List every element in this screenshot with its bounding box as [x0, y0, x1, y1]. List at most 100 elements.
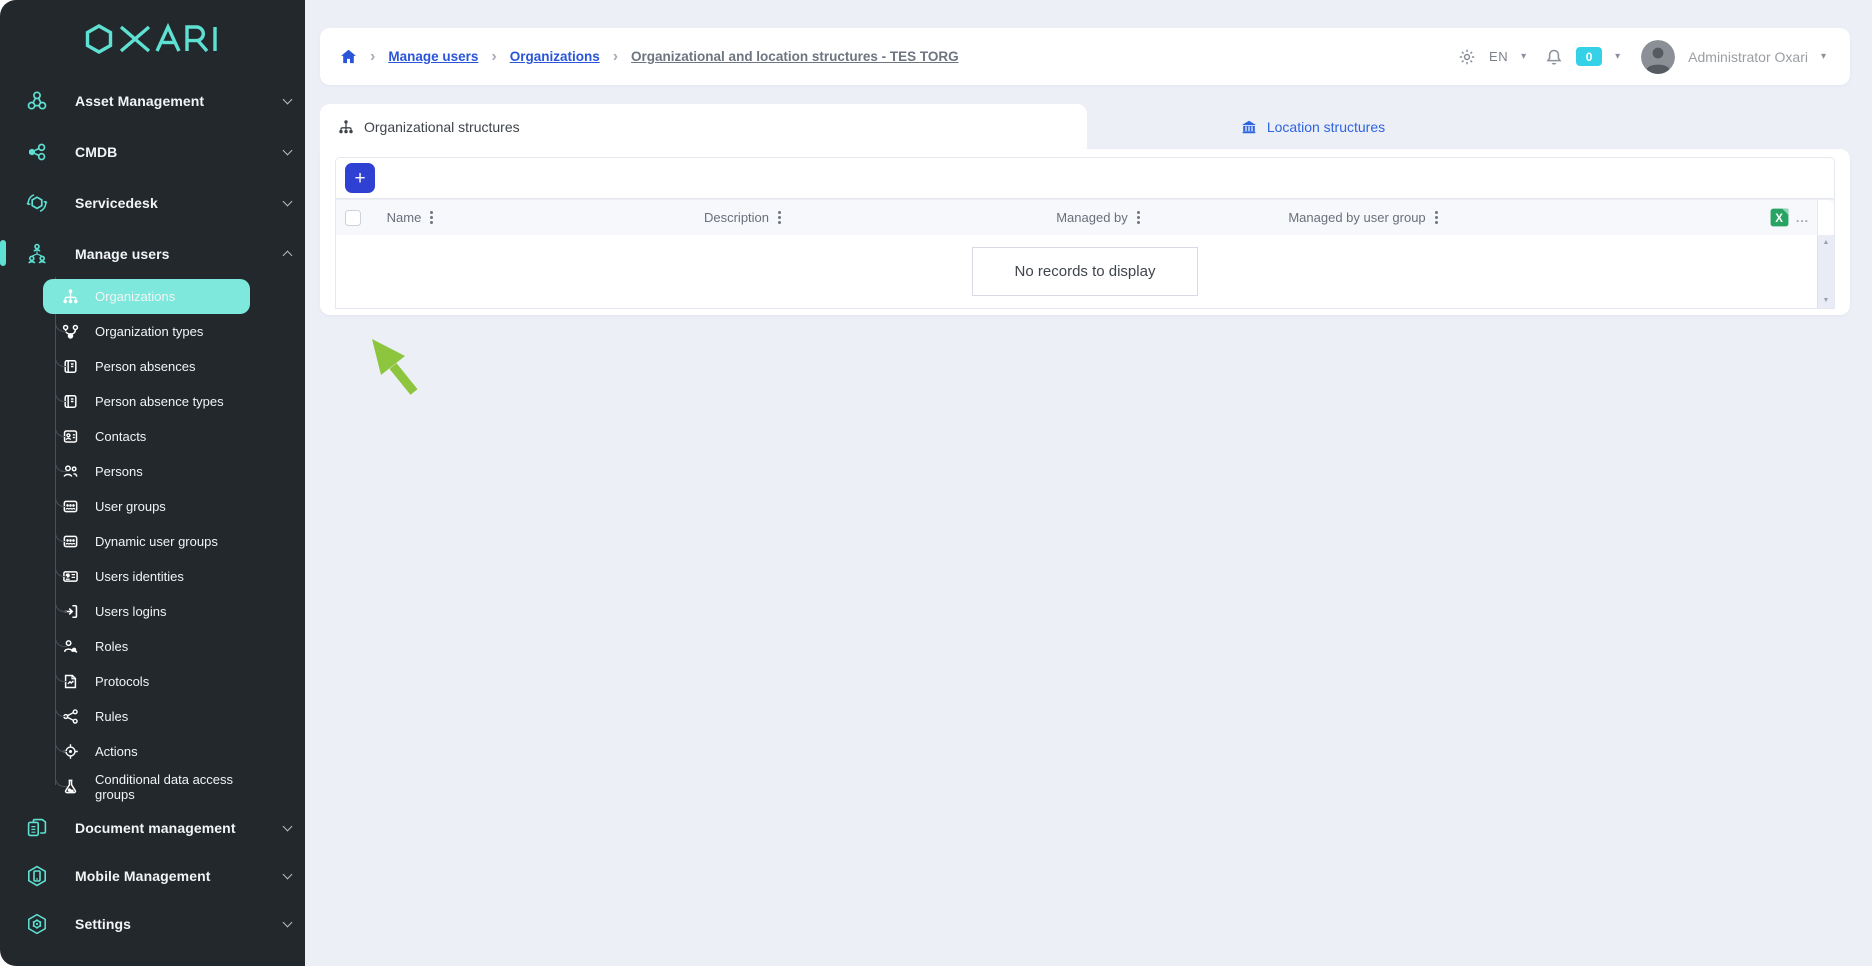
tab-label: Organizational structures — [364, 118, 520, 135]
sidebar-item-label: Actions — [95, 744, 138, 759]
sidebar-item-organizations[interactable]: Organizations — [43, 279, 250, 314]
cmdb-icon — [25, 140, 49, 164]
flask-icon — [62, 778, 79, 795]
sidebar-item-label: Users identities — [95, 569, 184, 584]
sidebar-item-label: Manage users — [75, 245, 170, 262]
document-management-icon — [25, 816, 49, 840]
sidebar-item-label: Protocols — [95, 674, 150, 689]
sidebar-item-organization-types[interactable]: Organization types — [43, 312, 250, 349]
sidebar-item-label: Person absence types — [95, 394, 224, 409]
sidebar-item-users-identities[interactable]: Users identities — [43, 557, 250, 594]
sidebar-item-settings[interactable]: Settings — [0, 900, 305, 948]
grid-body: No records to display ▲ ▼ — [335, 235, 1835, 309]
sidebar-item-label: Roles — [95, 639, 129, 654]
sidebar-item-person-absence-types[interactable]: Person absence types — [43, 382, 250, 419]
scroll-down-icon[interactable]: ▼ — [1823, 297, 1830, 304]
select-all-checkbox[interactable] — [345, 209, 361, 226]
rules-icon — [62, 708, 79, 725]
breadcrumb-bar: › Manage users › Organizations › Organiz… — [320, 28, 1850, 85]
protocol-icon — [62, 673, 79, 690]
chevron-down-icon — [282, 94, 293, 104]
sidebar-item-label: Mobile Management — [75, 868, 211, 884]
column-menu-icon[interactable] — [1136, 211, 1140, 224]
sidebar-item-actions[interactable]: Actions — [43, 732, 250, 769]
sidebar-item-label: Contacts — [95, 429, 147, 444]
book-icon — [62, 393, 79, 410]
sidebar-item-dynamic-user-groups[interactable]: Dynamic user groups — [43, 522, 250, 559]
language-selector[interactable]: EN — [1489, 49, 1508, 64]
people-icon — [62, 463, 79, 480]
column-label: Managed by user group — [1288, 210, 1426, 225]
user-menu[interactable]: Administrator Oxari — [1688, 49, 1808, 65]
chevron-up-icon — [282, 250, 293, 261]
chevron-down-icon[interactable]: ▾ — [1521, 51, 1526, 62]
more-options-icon[interactable]: ... — [1796, 211, 1809, 225]
breadcrumb-current-page[interactable]: Organizational and location structures -… — [631, 49, 959, 64]
notifications-bell-icon[interactable] — [1545, 48, 1563, 66]
building-icon — [1241, 119, 1257, 135]
user-group-icon — [62, 533, 79, 550]
nodes-icon — [62, 323, 79, 340]
scroll-up-icon[interactable]: ▲ — [1823, 239, 1830, 246]
sidebar-item-label: Users logins — [95, 604, 167, 619]
breadcrumb-separator-icon: › — [612, 47, 619, 65]
header-cell-spacer — [1565, 200, 1761, 235]
sidebar-item-cmdb[interactable]: CMDB — [0, 126, 305, 177]
role-icon — [62, 638, 79, 655]
notification-count-badge[interactable]: 0 — [1576, 47, 1603, 66]
user-group-icon — [62, 498, 79, 515]
grid-header-row: Name Description Managed by Managed by u… — [335, 199, 1835, 235]
sidebar-item-label: Rules — [95, 709, 129, 724]
column-menu-icon[interactable] — [430, 211, 434, 224]
topbar-controls: EN ▾ 0 ▾ Administrator Oxari ▾ — [1458, 40, 1826, 74]
header-cell-managed-by: Managed by — [1035, 200, 1161, 235]
sidebar-item-label: Servicedesk — [75, 194, 158, 211]
excel-export-icon[interactable] — [1769, 207, 1790, 228]
sidebar-item-label: User groups — [95, 499, 166, 514]
sidebar-item-manage-users[interactable]: Manage users — [0, 228, 305, 279]
breadcrumb-link-manage-users[interactable]: Manage users — [388, 49, 478, 64]
manage-users-icon — [25, 242, 49, 266]
sidebar-item-label: Organization types — [95, 324, 204, 339]
sidebar-item-person-absences[interactable]: Person absences — [43, 347, 250, 384]
sidebar-item-user-groups[interactable]: User groups — [43, 487, 250, 524]
tab-organizational-structures[interactable]: Organizational structures — [320, 104, 1087, 149]
mobile-management-icon — [25, 864, 49, 888]
header-cell-description: Description — [450, 200, 1035, 235]
target-icon — [62, 743, 79, 760]
sidebar-item-label: Settings — [75, 916, 132, 932]
vertical-scrollbar[interactable]: ▲ ▼ — [1817, 235, 1834, 308]
sidebar-item-label: Organizations — [95, 289, 176, 304]
add-record-button[interactable]: + — [345, 163, 375, 193]
breadcrumb-separator-icon: › — [370, 47, 376, 65]
column-menu-icon[interactable] — [1434, 211, 1438, 224]
sidebar-item-servicedesk[interactable]: Servicedesk — [0, 177, 305, 228]
column-menu-icon[interactable] — [778, 211, 782, 224]
home-icon[interactable] — [340, 48, 357, 65]
sidebar-item-contacts[interactable]: Contacts — [43, 417, 250, 454]
breadcrumb-link-organizations[interactable]: Organizations — [510, 49, 600, 64]
sidebar-item-asset-management[interactable]: Asset Management — [0, 75, 305, 126]
chevron-down-icon[interactable]: ▾ — [1821, 51, 1826, 62]
settings-gear-icon[interactable] — [1458, 48, 1476, 66]
sidebar-item-rules[interactable]: Rules — [43, 697, 250, 734]
empty-grid-message: No records to display — [971, 247, 1199, 296]
id-card-icon — [62, 568, 79, 585]
sidebar-item-users-logins[interactable]: Users logins — [43, 592, 250, 629]
sidebar-item-roles[interactable]: Roles — [43, 627, 250, 664]
user-avatar[interactable] — [1641, 40, 1675, 74]
chevron-down-icon — [282, 917, 293, 928]
sidebar-item-label: Asset Management — [75, 92, 205, 109]
sidebar-item-mobile-management[interactable]: Mobile Management — [0, 852, 305, 900]
chevron-down-icon[interactable]: ▾ — [1615, 51, 1620, 62]
sidebar-item-label: Dynamic user groups — [95, 534, 218, 549]
sidebar-item-persons[interactable]: Persons — [43, 452, 250, 489]
sidebar-item-document-management[interactable]: Document management — [0, 804, 305, 852]
sidebar-item-conditional-data-access-groups[interactable]: Conditional data access groups — [43, 767, 250, 804]
sidebar-item-protocols[interactable]: Protocols — [43, 662, 250, 699]
sitemap-icon — [62, 288, 79, 305]
tab-strip: Organizational structures Location struc… — [320, 104, 1850, 149]
chevron-down-icon — [282, 821, 293, 832]
settings-icon — [25, 912, 49, 936]
tab-location-structures[interactable]: Location structures — [1087, 104, 1539, 149]
